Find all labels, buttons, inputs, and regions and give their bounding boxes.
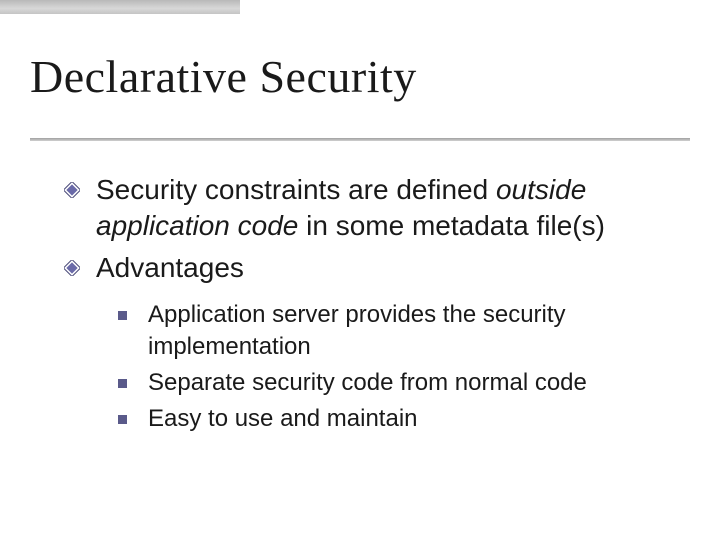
sub-bullet-separate-code: Separate security code from normal code xyxy=(118,367,684,399)
sub-bullet-easy: Easy to use and maintain xyxy=(118,403,684,435)
square-bullet-icon xyxy=(118,311,127,320)
bullet-constraints: Security constraints are defined outside… xyxy=(64,172,684,244)
bullet-text-pre: Security constraints are defined xyxy=(96,174,496,205)
diamond-bullet-icon xyxy=(64,182,80,198)
bullet-text: Advantages xyxy=(96,252,244,283)
sub-bullet-text: Easy to use and maintain xyxy=(148,405,418,432)
advantages-sublist: Application server provides the security… xyxy=(118,299,684,434)
slide-body: Security constraints are defined outside… xyxy=(64,172,684,438)
top-accent-bar xyxy=(0,0,240,14)
slide-title: Declarative Security xyxy=(30,50,417,103)
square-bullet-icon xyxy=(118,379,127,388)
bullet-text-post: in some metadata file(s) xyxy=(298,210,605,241)
slide: Declarative Security Security constraint… xyxy=(0,0,720,540)
sub-bullet-app-server: Application server provides the security… xyxy=(118,299,684,362)
square-bullet-icon xyxy=(118,415,127,424)
sub-bullet-text: Application server provides the security… xyxy=(148,301,566,360)
diamond-bullet-icon xyxy=(64,260,80,276)
sub-bullet-text: Separate security code from normal code xyxy=(148,369,587,396)
bullet-advantages: Advantages xyxy=(64,250,684,286)
title-underline xyxy=(30,138,690,141)
